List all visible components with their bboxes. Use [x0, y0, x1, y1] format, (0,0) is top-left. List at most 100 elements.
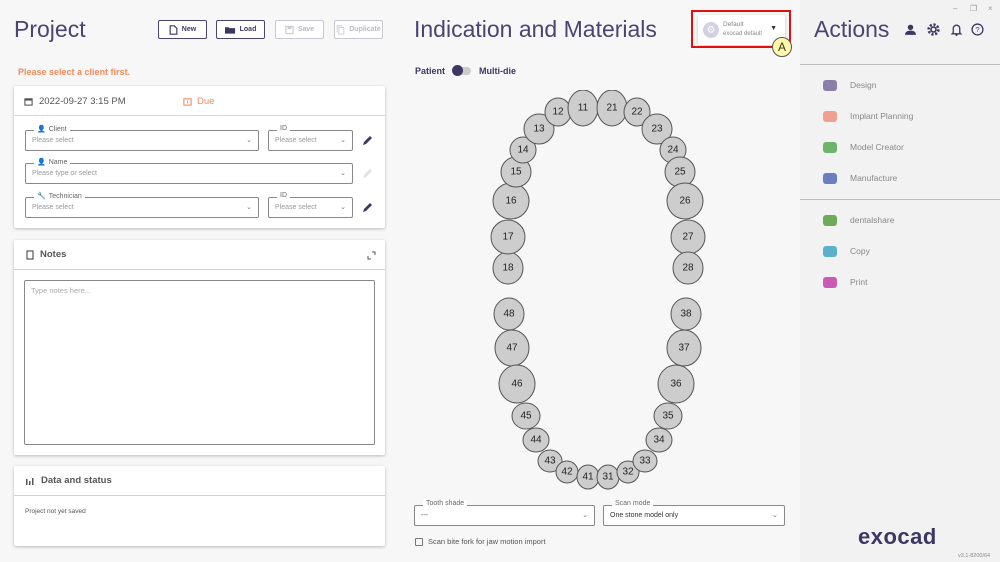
tooth-number: 15 [510, 167, 522, 178]
technician-id-select[interactable]: ID Please select ⌄ [268, 192, 353, 218]
dentalshare-icon [820, 210, 840, 230]
bar-chart-icon [26, 477, 34, 485]
tooth-42[interactable]: 42 [555, 460, 579, 484]
data-status-title: Data and status [41, 475, 112, 486]
tooth-number: 11 [578, 103, 589, 114]
tooth-number: 28 [682, 263, 694, 274]
toggle-left-label: Patient [415, 66, 446, 76]
tooth-26[interactable]: 26 [666, 182, 704, 220]
calendar-icon [24, 98, 33, 106]
action-label: Design [850, 80, 877, 90]
client-id-select[interactable]: ID Please select ⌄ [268, 125, 353, 151]
action-manufacture[interactable]: Manufacture [820, 168, 897, 188]
action-label: Model Creator [850, 142, 904, 152]
technician-placeholder: Please select [32, 204, 74, 211]
tooth-17[interactable]: 17 [490, 219, 526, 255]
bell-icon[interactable] [950, 23, 963, 36]
help-icon[interactable]: ? [971, 23, 984, 36]
action-copy[interactable]: Copy [820, 241, 870, 261]
tooth-35[interactable]: 35 [653, 402, 683, 430]
tooth-41[interactable]: 41 [576, 464, 600, 490]
edit-client-pencil-icon[interactable] [362, 134, 374, 146]
save-button[interactable]: Save [275, 20, 324, 39]
minimize-button[interactable]: – [953, 4, 957, 13]
action-model-creator[interactable]: Model Creator [820, 137, 904, 157]
tooth-33[interactable]: 33 [632, 449, 658, 473]
tooth-number: 43 [544, 456, 556, 467]
divider [800, 64, 1000, 65]
scan-mode-select[interactable]: Scan mode One stone model only ⌄ [603, 500, 785, 526]
load-button[interactable]: Load [216, 20, 265, 39]
tooth-38[interactable]: 38 [670, 297, 702, 331]
duplicate-icon [336, 24, 345, 35]
tooth-number: 44 [530, 435, 542, 446]
bite-fork-checkbox[interactable] [415, 537, 423, 546]
tooth-number: 26 [679, 196, 691, 207]
tooth-47[interactable]: 47 [494, 329, 530, 367]
notes-textarea[interactable]: Type notes here... [24, 280, 375, 445]
tooth-number: 33 [639, 456, 651, 467]
action-design[interactable]: Design [820, 75, 876, 95]
tooth-11[interactable]: 11 [567, 90, 599, 127]
technician-select[interactable]: 🔧 Technician Please select ⌄ [25, 192, 259, 218]
tooth-number: 12 [552, 107, 564, 118]
tooth-12[interactable]: 12 [544, 97, 572, 127]
tooth-number: 45 [520, 411, 532, 422]
tooth-18[interactable]: 18 [492, 251, 524, 285]
name-select[interactable]: 👤 Name Please type or select ⌄ [25, 158, 353, 184]
tooth-number: 14 [517, 145, 529, 156]
tooth-number: 25 [674, 167, 686, 178]
tooth-27[interactable]: 27 [670, 219, 706, 255]
tooth-46[interactable]: 46 [498, 364, 536, 404]
bite-fork-checkbox-row[interactable]: Scan bite fork for jaw motion import [415, 537, 546, 546]
patient-multidie-toggle[interactable]: Patient Multi-die [415, 65, 516, 76]
printer-icon [820, 272, 840, 292]
toggle-switch[interactable] [452, 65, 472, 76]
tooth-16[interactable]: 16 [492, 182, 530, 220]
tooth-number: 46 [511, 379, 523, 390]
load-label: Load [239, 26, 257, 33]
tooth-44[interactable]: 44 [522, 427, 550, 453]
settings-gear-icon[interactable] [927, 23, 940, 36]
tooth-45[interactable]: 45 [511, 402, 541, 430]
close-button[interactable]: × [988, 4, 993, 13]
tooth-34[interactable]: 34 [645, 427, 673, 453]
action-print[interactable]: Print [820, 272, 867, 292]
tooth-31[interactable]: 31 [596, 464, 620, 490]
duplicate-button[interactable]: Duplicate [334, 20, 383, 39]
new-label: New [181, 26, 197, 33]
new-button[interactable]: New [158, 20, 207, 39]
tooth-36[interactable]: 36 [657, 364, 695, 404]
exocad-logo: exocad [858, 524, 937, 549]
action-label: Implant Planning [850, 111, 914, 121]
action-label: Print [850, 277, 868, 287]
edit-name-pencil-icon[interactable] [362, 167, 374, 179]
action-dentalshare[interactable]: dentalshare [820, 210, 894, 230]
client-id-placeholder: Please select [275, 137, 317, 144]
client-label: Client [48, 125, 67, 133]
edit-technician-pencil-icon[interactable] [362, 201, 374, 213]
tooth-28[interactable]: 28 [672, 251, 704, 285]
tooth-37[interactable]: 37 [666, 329, 702, 367]
gears-icon [820, 168, 840, 188]
action-label: dentalshare [850, 215, 895, 225]
expand-icon[interactable] [367, 251, 376, 260]
tooth-21[interactable]: 21 [596, 90, 628, 127]
tooth-48[interactable]: 48 [493, 297, 525, 331]
tooth-shade-select[interactable]: Tooth shade --- ⌄ [414, 500, 595, 526]
tooth-25[interactable]: 25 [664, 156, 696, 188]
client-select[interactable]: 👤 Client Please select ⌄ [25, 125, 259, 151]
chevron-down-icon: ⌄ [582, 512, 588, 519]
tooth-number: 13 [533, 124, 545, 135]
data-status-card: Data and status Project not yet saved [14, 466, 385, 546]
status-text: Project not yet saved [25, 508, 86, 515]
action-implant-planning[interactable]: Implant Planning [820, 106, 913, 126]
indication-title: Indication and Materials [414, 16, 657, 42]
name-label: Name [48, 158, 68, 166]
client-icon: 👤 [37, 126, 46, 133]
bite-fork-label: Scan bite fork for jaw motion import [428, 537, 546, 546]
chevron-down-icon: ⌄ [772, 512, 778, 519]
restore-button[interactable]: ❐ [970, 4, 977, 13]
user-icon[interactable] [904, 23, 917, 36]
due-date-button[interactable]: Due [183, 96, 214, 107]
